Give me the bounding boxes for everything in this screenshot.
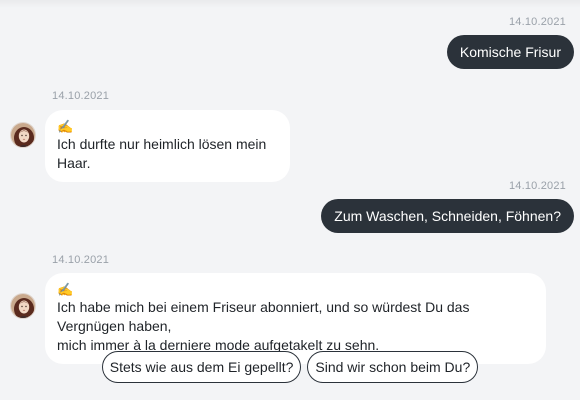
- message-timestamp: 14.10.2021: [52, 90, 110, 102]
- message-timestamp: 14.10.2021: [52, 254, 110, 266]
- quick-reply-button[interactable]: Stets wie aus dem Ei gepellt?: [101, 351, 302, 383]
- writing-hand-icon: ✍️: [57, 119, 74, 134]
- portrait-avatar-icon: [10, 122, 36, 148]
- message-timestamp: 14.10.2021: [508, 16, 566, 28]
- incoming-message-text-line: Ich habe mich bei einem Friseur abonnier…: [57, 299, 470, 334]
- portrait-avatar-icon: [10, 293, 36, 319]
- incoming-message-bubble: ✍️ Ich durfte nur heimlich lösen mein Ha…: [45, 110, 290, 182]
- writing-hand-icon: ✍️: [57, 282, 74, 297]
- outgoing-message-bubble: Zum Waschen, Schneiden, Föhnen?: [321, 199, 574, 233]
- message-timestamp: 14.10.2021: [508, 180, 566, 192]
- outgoing-message-bubble: Komische Frisur: [446, 35, 574, 69]
- top-shadow: [0, 0, 580, 8]
- quick-replies: Stets wie aus dem Ei gepellt? Sind wir s…: [0, 351, 580, 383]
- incoming-message-text: Ich durfte nur heimlich lösen mein Haar.: [57, 136, 267, 171]
- quick-reply-button[interactable]: Sind wir schon beim Du?: [307, 351, 479, 383]
